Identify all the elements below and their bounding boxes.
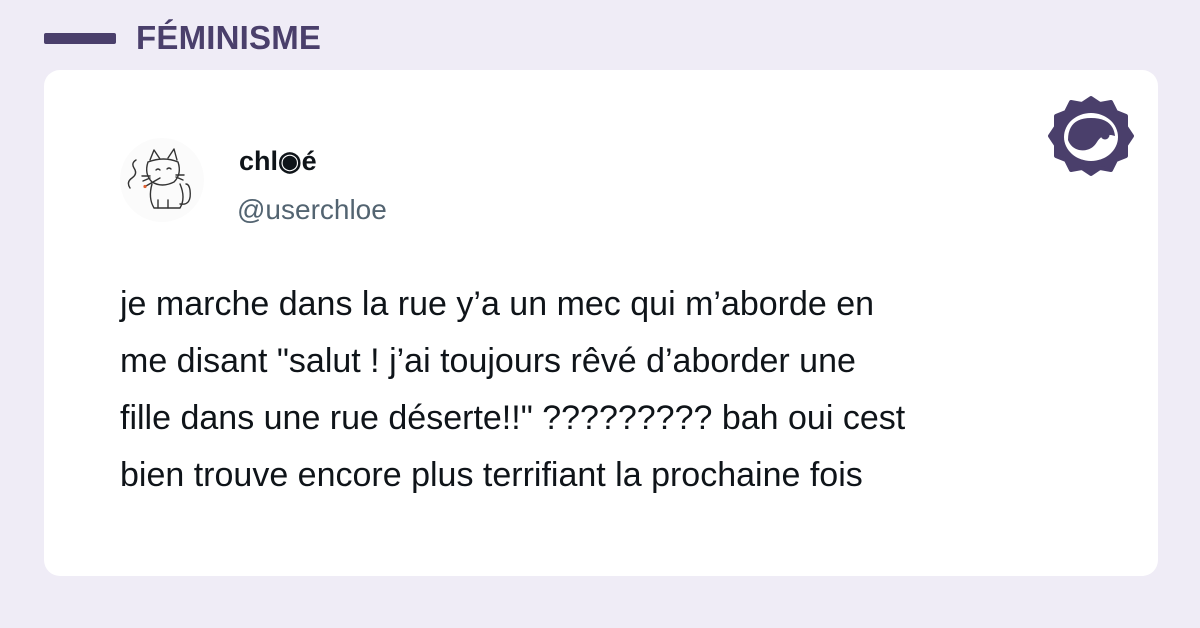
category-marker <box>44 32 116 44</box>
display-name[interactable]: chl◉é <box>239 146 317 177</box>
category-header: FÉMINISME <box>44 16 321 60</box>
brand-logo-icon <box>1048 96 1134 176</box>
user-handle[interactable]: @userchloe <box>237 194 387 226</box>
tweet-text: je marche dans la rue y’a un mec qui m’a… <box>120 285 906 494</box>
cat-avatar-icon <box>127 148 191 209</box>
tweet-card: chl◉é @userchloe je marche dans la rue y… <box>44 70 1158 576</box>
category-label: FÉMINISME <box>136 19 322 56</box>
avatar[interactable] <box>120 138 204 222</box>
